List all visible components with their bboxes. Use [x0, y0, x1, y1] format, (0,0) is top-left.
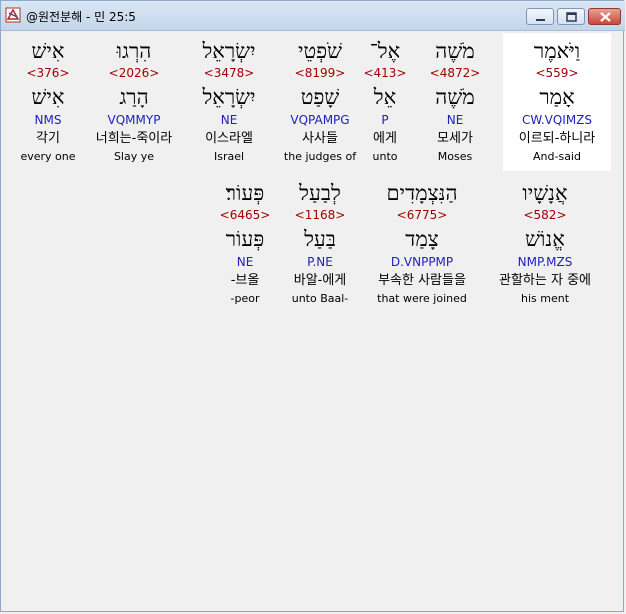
morph-code[interactable]: NMP.MZS [483, 254, 607, 270]
hebrew-lemma: אִישׁ [31, 85, 65, 109]
hebrew-lemma: שָׁפַט [300, 85, 340, 109]
english-gloss: Israel [213, 150, 245, 163]
maximize-button[interactable] [557, 8, 585, 25]
hebrew-lemma: אֱנוֹשׁ [525, 227, 565, 251]
morph-code[interactable]: NE [413, 112, 497, 128]
close-button[interactable] [588, 8, 621, 25]
strong-number[interactable]: <8199> [271, 65, 369, 81]
morph-code[interactable]: NE [203, 254, 287, 270]
hebrew-lemma: בַּעַל [304, 227, 336, 251]
hebrew-lemma: פְּעוֹר [225, 227, 265, 251]
strong-number[interactable]: <6465> [203, 207, 287, 223]
morph-code[interactable]: NMS [3, 112, 93, 128]
english-gloss: the judges of [283, 150, 357, 163]
strong-number[interactable]: <2026> [83, 65, 185, 81]
hebrew-word: אֶל־ [369, 39, 401, 63]
strong-number[interactable]: <6775> [363, 207, 481, 223]
english-gloss: unto [372, 150, 398, 163]
english-gloss: -peor [230, 292, 260, 305]
word-cell[interactable]: אֲנָשָׁיו <582> אֱנוֹשׁ NMP.MZS 관할하는 자 중… [483, 175, 607, 311]
strong-number[interactable]: <582> [483, 207, 607, 223]
hebrew-word: הִרְגוּ [116, 39, 152, 63]
morph-code[interactable]: P [359, 112, 411, 128]
english-gloss: his ment [520, 292, 570, 305]
hebrew-word: וַיֹּאמֶר [533, 39, 581, 63]
strong-number[interactable]: <1168> [279, 207, 361, 223]
hebrew-lemma: מֹשֶׁה [435, 85, 475, 109]
interlinear-view: אִישׁ <376> אִישׁ NMS 각기 every one הִרְג… [3, 33, 622, 610]
word-cell[interactable]: שֹׁפְטֵי <8199> שָׁפַט VQPAMPG 사사들 the j… [271, 33, 369, 169]
english-gloss: And-said [533, 150, 581, 163]
morph-code[interactable]: D.VNPPMP [363, 254, 481, 270]
hebrew-lemma: אֵל [373, 85, 397, 109]
word-cell-selected[interactable]: וַיֹּאמֶר <559> אָמַר CW.VQIMZS 이르되-하니라 … [503, 33, 611, 171]
word-cell[interactable]: פְּעוֹר׃ <6465> פְּעוֹר NE -브올 -peor [203, 175, 287, 311]
english-gloss: unto Baal- [291, 292, 349, 305]
morph-code[interactable]: VQPAMPG [271, 112, 369, 128]
minimize-button[interactable] [526, 8, 554, 25]
hebrew-word: אִישׁ [31, 39, 65, 63]
app-window: @원전분해 - 민 25:5 אִישׁ <376> אִישׁ NMS 각기 … [0, 0, 625, 612]
hebrew-word: לְבַעַל [299, 181, 341, 205]
strong-number[interactable]: <559> [503, 65, 611, 81]
english-gloss: that were joined [377, 292, 467, 305]
hebrew-lemma: צָמַד [405, 227, 439, 251]
word-cell[interactable]: לְבַעַל <1168> בַּעַל P.NE 바알-에게 unto Ba… [279, 175, 361, 311]
hebrew-lemma: אָמַר [539, 85, 575, 109]
hebrew-word: אֲנָשָׁיו [522, 181, 568, 205]
korean-gloss: 바알-에게 [293, 273, 347, 288]
hebrew-word: שֹׁפְטֵי [297, 39, 343, 63]
korean-gloss: 관할하는 자 중에 [499, 273, 591, 288]
word-cell[interactable]: אֶל־ <413> אֵל P 에게 unto [359, 33, 411, 169]
korean-gloss: 이스라엘 [205, 131, 253, 146]
korean-gloss: 에게 [373, 131, 397, 146]
hebrew-lemma: יִשְׂרָאֵל [202, 85, 256, 109]
korean-gloss: 사사들 [302, 131, 338, 146]
morph-code[interactable]: NE [185, 112, 273, 128]
word-cell[interactable]: יִשְׂרָאֵל <3478> יִשְׂרָאֵל NE 이스라엘 Isr… [185, 33, 273, 169]
hebrew-lemma: הָרַג [119, 85, 149, 109]
strong-number[interactable]: <3478> [185, 65, 273, 81]
strong-number[interactable]: <4872> [413, 65, 497, 81]
korean-gloss: 각기 [36, 131, 60, 146]
hebrew-word: הַנִּצְמָדִים [386, 181, 458, 205]
morph-code[interactable]: P.NE [279, 254, 361, 270]
title-bar[interactable]: @원전분해 - 민 25:5 [1, 1, 625, 31]
strong-number[interactable]: <376> [3, 65, 93, 81]
word-cell[interactable]: הִרְגוּ <2026> הָרַג VQMMYP 너희는-죽이라 Slay… [83, 33, 185, 169]
hebrew-word: יִשְׂרָאֵל [202, 39, 256, 63]
english-gloss: Moses [437, 150, 473, 163]
hebrew-word: מֹשֶׁה [435, 39, 475, 63]
app-logo-icon [5, 7, 21, 23]
verse-row-2: פְּעוֹר׃ <6465> פְּעוֹר NE -브올 -peor לְב… [3, 175, 622, 315]
english-gloss: every one [20, 150, 76, 163]
hebrew-word: פְּעוֹר׃ [225, 181, 265, 205]
korean-gloss: 이르되-하니라 [518, 131, 596, 146]
word-cell[interactable]: הַנִּצְמָדִים <6775> צָמַד D.VNPPMP 부속한 … [363, 175, 481, 311]
word-cell[interactable]: אִישׁ <376> אִישׁ NMS 각기 every one [3, 33, 93, 169]
korean-gloss: 부속한 사람들을 [378, 273, 466, 288]
strong-number[interactable]: <413> [359, 65, 411, 81]
window-title: @원전분해 - 민 25:5 [26, 10, 136, 24]
morph-code[interactable]: CW.VQIMZS [503, 112, 611, 128]
english-gloss: Slay ye [113, 150, 155, 163]
morph-code[interactable]: VQMMYP [83, 112, 185, 128]
korean-gloss: 모세가 [437, 131, 473, 146]
korean-gloss: 너희는-죽이라 [95, 131, 173, 146]
korean-gloss: -브올 [230, 273, 260, 288]
word-cell[interactable]: מֹשֶׁה <4872> מֹשֶׁה NE 모세가 Moses [413, 33, 497, 169]
